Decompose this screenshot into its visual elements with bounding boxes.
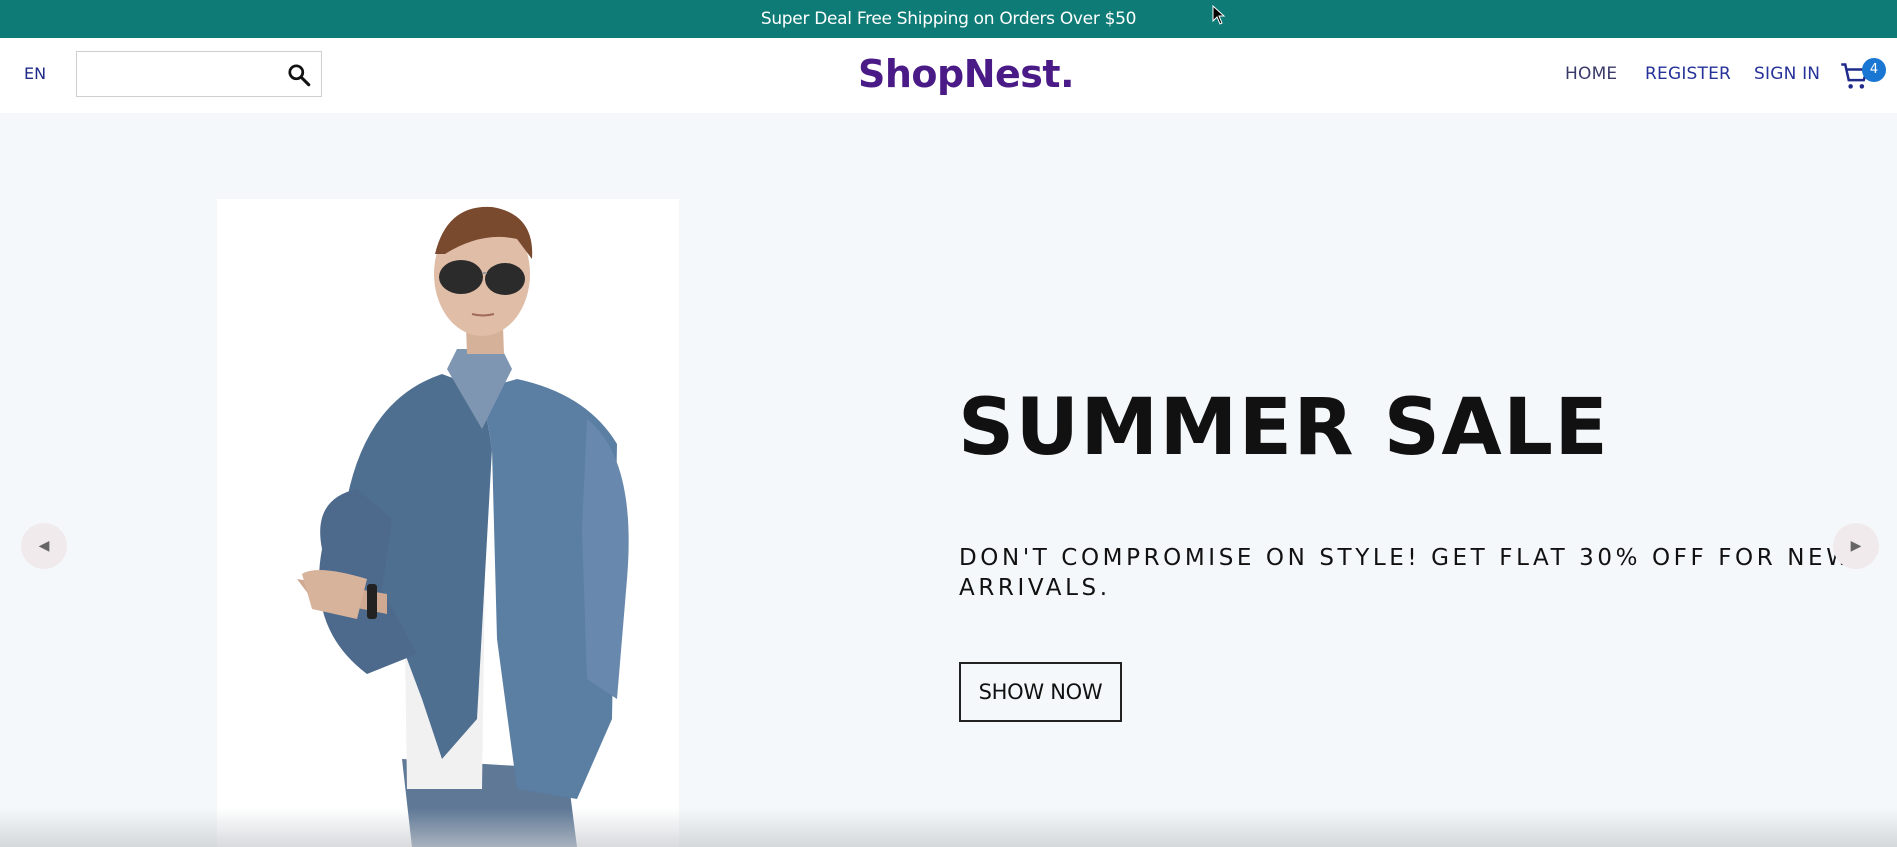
caret-left-icon: ◀: [38, 538, 50, 554]
show-now-button[interactable]: SHOW NOW: [959, 662, 1122, 722]
announcement-text: Super Deal Free Shipping on Orders Over …: [760, 9, 1137, 29]
search-icon[interactable]: [286, 62, 312, 88]
slider-prev-button[interactable]: ◀: [21, 523, 67, 569]
hero-description: DON'T COMPROMISE ON STYLE! GET FLAT 30% …: [959, 545, 1853, 601]
model-in-denim-jacket-image: [217, 199, 679, 847]
cart-count-badge: 4: [1862, 58, 1886, 82]
slider-next-button[interactable]: ▶: [1833, 523, 1879, 569]
hero-slider: ◀ SUMMER SALE DON'T COMPROMISE ON STYLE!…: [0, 113, 1897, 847]
bottom-fade: [0, 808, 1897, 847]
hero-title: SUMMER SALE: [958, 383, 1610, 473]
nav-home-link[interactable]: HOME: [1565, 64, 1617, 84]
hero-product-image: [217, 199, 679, 847]
nav-register-link[interactable]: REGISTER: [1645, 64, 1731, 84]
shop-logo[interactable]: ShopNest.: [858, 52, 1075, 96]
caret-right-icon: ▶: [1850, 538, 1862, 554]
mouse-cursor-icon: [1212, 5, 1226, 25]
announcement-bar: Super Deal Free Shipping on Orders Over …: [0, 0, 1897, 38]
cart-button[interactable]: 4: [1840, 54, 1886, 90]
search-input[interactable]: [77, 52, 277, 96]
nav-sign-in-link[interactable]: SIGN IN: [1754, 64, 1820, 84]
search-box: [76, 51, 322, 97]
navbar: EN ShopNest. HOME REGISTER SIGN IN 4: [0, 38, 1897, 113]
language-selector[interactable]: EN: [24, 64, 46, 83]
